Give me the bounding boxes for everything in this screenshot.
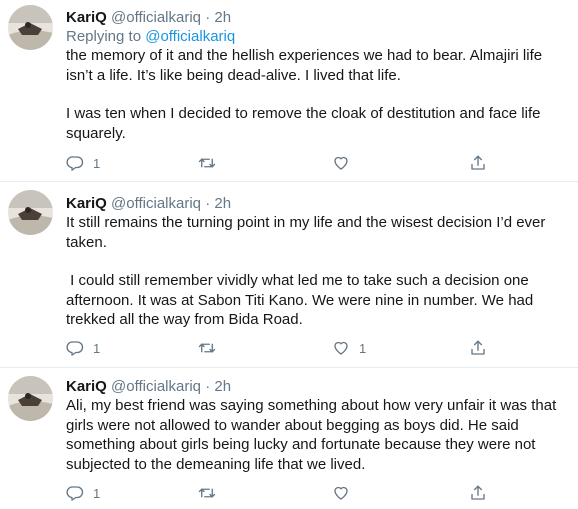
tweet-paragraph: I was ten when I decided to remove the c…: [66, 105, 545, 142]
tweet-text: It still remains the turning point in my…: [66, 213, 568, 330]
retweet-button[interactable]: [198, 153, 225, 173]
reply-count: 1: [93, 155, 101, 171]
separator-dot: ·: [205, 378, 211, 395]
tweet-thread: KariQ @officialkariq · 2h Replying to @o…: [0, 0, 578, 509]
like-button[interactable]: 1: [332, 338, 366, 358]
author-name[interactable]: KariQ: [66, 9, 107, 26]
separator-dot: ·: [205, 195, 211, 212]
tweet-paragraph: It still remains the turning point in my…: [66, 214, 550, 251]
reply-button[interactable]: 1: [66, 153, 100, 173]
reply-icon: [66, 339, 84, 357]
replying-to: Replying to @officialkariq: [66, 27, 568, 46]
tweet-paragraph: the memory of it and the hellish experie…: [66, 47, 547, 84]
like-icon: [332, 154, 350, 172]
share-icon: [469, 154, 487, 172]
share-button[interactable]: [469, 483, 487, 503]
retweet-icon: [198, 484, 216, 502]
tweet[interactable]: KariQ @officialkariq · 2h Replying to @o…: [0, 0, 578, 182]
tweet-text: the memory of it and the hellish experie…: [66, 46, 568, 143]
retweet-button[interactable]: [198, 338, 225, 358]
retweet-icon: [198, 339, 216, 357]
tweet-text: Ali, my best friend was saying something…: [66, 396, 568, 474]
like-icon: [332, 339, 350, 357]
tweet-actions: 1 1: [66, 338, 566, 358]
author-name[interactable]: KariQ: [66, 378, 107, 395]
reply-button[interactable]: 1: [66, 483, 100, 503]
author-name[interactable]: KariQ: [66, 195, 107, 212]
tweet[interactable]: KariQ @officialkariq · 2h Ali, my best f…: [0, 368, 578, 509]
reply-icon: [66, 484, 84, 502]
like-icon: [332, 484, 350, 502]
timestamp[interactable]: 2h: [214, 195, 231, 212]
replying-to-handle-link[interactable]: @officialkariq: [145, 28, 235, 45]
reply-count: 1: [93, 340, 101, 356]
author-handle[interactable]: @officialkariq: [111, 195, 201, 212]
retweet-icon: [198, 154, 216, 172]
tweet-header: KariQ @officialkariq · 2h: [66, 8, 568, 27]
tweet-actions: 1: [66, 483, 566, 503]
timestamp[interactable]: 2h: [214, 378, 231, 395]
retweet-button[interactable]: [198, 483, 225, 503]
author-handle[interactable]: @officialkariq: [111, 378, 201, 395]
tweet-header: KariQ @officialkariq · 2h: [66, 194, 568, 213]
reply-icon: [66, 154, 84, 172]
share-button[interactable]: [469, 153, 487, 173]
author-handle[interactable]: @officialkariq: [111, 9, 201, 26]
avatar[interactable]: [8, 5, 53, 50]
replying-to-label: Replying to: [66, 28, 142, 45]
tweet-paragraph: I could still remember vividly what led …: [66, 272, 538, 329]
tweet-actions: 1: [66, 153, 566, 173]
avatar[interactable]: [8, 190, 53, 235]
reply-count: 1: [93, 485, 101, 501]
tweet[interactable]: KariQ @officialkariq · 2h It still remai…: [0, 182, 578, 368]
tweet-header: KariQ @officialkariq · 2h: [66, 377, 568, 396]
reply-button[interactable]: 1: [66, 338, 100, 358]
timestamp[interactable]: 2h: [214, 9, 231, 26]
like-count: 1: [359, 340, 367, 356]
share-icon: [469, 484, 487, 502]
like-button[interactable]: [332, 483, 359, 503]
share-icon: [469, 339, 487, 357]
like-button[interactable]: [332, 153, 359, 173]
tweet-paragraph: Ali, my best friend was saying something…: [66, 397, 561, 473]
share-button[interactable]: [469, 338, 487, 358]
avatar[interactable]: [8, 376, 53, 421]
separator-dot: ·: [205, 9, 211, 26]
